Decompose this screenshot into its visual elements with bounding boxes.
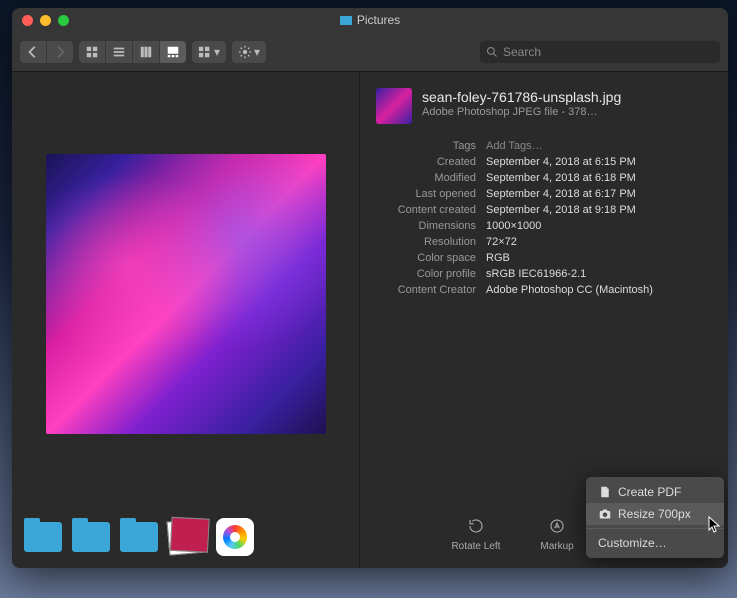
group-button-group: ▾ — [192, 41, 226, 63]
folder-icon — [340, 16, 352, 25]
traffic-lights — [22, 15, 69, 26]
created-value: September 4, 2018 at 6:15 PM — [486, 156, 712, 168]
group-button[interactable]: ▾ — [192, 41, 226, 63]
menu-customize-label: Customize… — [598, 536, 667, 550]
colorspace-value: RGB — [486, 252, 712, 264]
finder-window: Pictures ▾ ▾ Search — [12, 8, 728, 568]
inspector-pane: sean-foley-761786-unsplash.jpg Adobe Pho… — [360, 72, 728, 568]
back-button[interactable] — [20, 41, 46, 63]
action-button[interactable]: ▾ — [232, 41, 266, 63]
file-header: sean-foley-761786-unsplash.jpg Adobe Pho… — [376, 88, 712, 124]
contentcreated-label: Content created — [376, 204, 476, 216]
photos-library-thumb[interactable] — [216, 518, 254, 556]
close-button[interactable] — [22, 15, 33, 26]
image-stack-thumb[interactable] — [167, 518, 208, 555]
menu-create-pdf[interactable]: Create PDF — [586, 481, 724, 503]
resolution-label: Resolution — [376, 236, 476, 248]
colorprofile-value: sRGB IEC61966-2.1 — [486, 268, 712, 280]
contentcreator-label: Content Creator — [376, 284, 476, 296]
preview-area — [24, 84, 347, 504]
search-icon — [486, 46, 498, 58]
lastopened-value: September 4, 2018 at 6:17 PM — [486, 188, 712, 200]
markup-label: Markup — [540, 541, 573, 552]
dimensions-value: 1000×1000 — [486, 220, 712, 232]
nav-buttons — [20, 41, 73, 63]
folder-thumb[interactable] — [24, 522, 62, 552]
modified-label: Modified — [376, 172, 476, 184]
colorprofile-label: Color profile — [376, 268, 476, 280]
thumbnail-strip — [24, 504, 347, 556]
markup-icon — [546, 515, 568, 537]
zoom-button[interactable] — [58, 15, 69, 26]
lastopened-label: Last opened — [376, 188, 476, 200]
document-icon — [598, 485, 612, 499]
search-field[interactable]: Search — [480, 41, 720, 63]
rotate-left-label: Rotate Left — [451, 541, 500, 552]
gallery-pane — [12, 72, 360, 568]
forward-button[interactable] — [46, 41, 73, 63]
file-subtitle: Adobe Photoshop JPEG file - 378… — [422, 106, 621, 118]
menu-customize[interactable]: Customize… — [586, 532, 724, 554]
tags-value[interactable]: Add Tags… — [486, 140, 712, 152]
metadata-grid: Tags Add Tags… Created September 4, 2018… — [376, 140, 712, 296]
tags-label: Tags — [376, 140, 476, 152]
folder-thumb[interactable] — [120, 522, 158, 552]
dimensions-label: Dimensions — [376, 220, 476, 232]
toolbar: ▾ ▾ Search — [12, 32, 728, 72]
content-area: sean-foley-761786-unsplash.jpg Adobe Pho… — [12, 72, 728, 568]
search-placeholder: Search — [503, 45, 541, 59]
selected-image-preview[interactable] — [46, 154, 326, 434]
window-title-text: Pictures — [357, 13, 400, 27]
camera-icon — [598, 507, 612, 521]
minimize-button[interactable] — [40, 15, 51, 26]
colorspace-label: Color space — [376, 252, 476, 264]
contentcreator-value: Adobe Photoshop CC (Macintosh) — [486, 284, 712, 296]
markup-action[interactable]: Markup — [540, 515, 573, 552]
icon-view-button[interactable] — [79, 41, 105, 63]
resolution-value: 72×72 — [486, 236, 712, 248]
titlebar[interactable]: Pictures — [12, 8, 728, 32]
more-menu: Create PDF Resize 700px Customize… — [586, 477, 724, 558]
menu-separator — [586, 528, 724, 529]
folder-thumb[interactable] — [72, 522, 110, 552]
rotate-left-action[interactable]: Rotate Left — [451, 515, 500, 552]
file-thumbnail — [376, 88, 412, 124]
modified-value: September 4, 2018 at 6:18 PM — [486, 172, 712, 184]
column-view-button[interactable] — [132, 41, 159, 63]
gallery-view-button[interactable] — [159, 41, 186, 63]
view-buttons — [79, 41, 186, 63]
contentcreated-value: September 4, 2018 at 9:18 PM — [486, 204, 712, 216]
action-button-group: ▾ — [232, 41, 266, 63]
file-name: sean-foley-761786-unsplash.jpg — [422, 88, 621, 106]
menu-create-pdf-label: Create PDF — [618, 485, 681, 499]
rotate-left-icon — [465, 515, 487, 537]
created-label: Created — [376, 156, 476, 168]
menu-resize[interactable]: Resize 700px — [586, 503, 724, 525]
menu-resize-label: Resize 700px — [618, 507, 691, 521]
list-view-button[interactable] — [105, 41, 132, 63]
window-title: Pictures — [12, 13, 728, 27]
